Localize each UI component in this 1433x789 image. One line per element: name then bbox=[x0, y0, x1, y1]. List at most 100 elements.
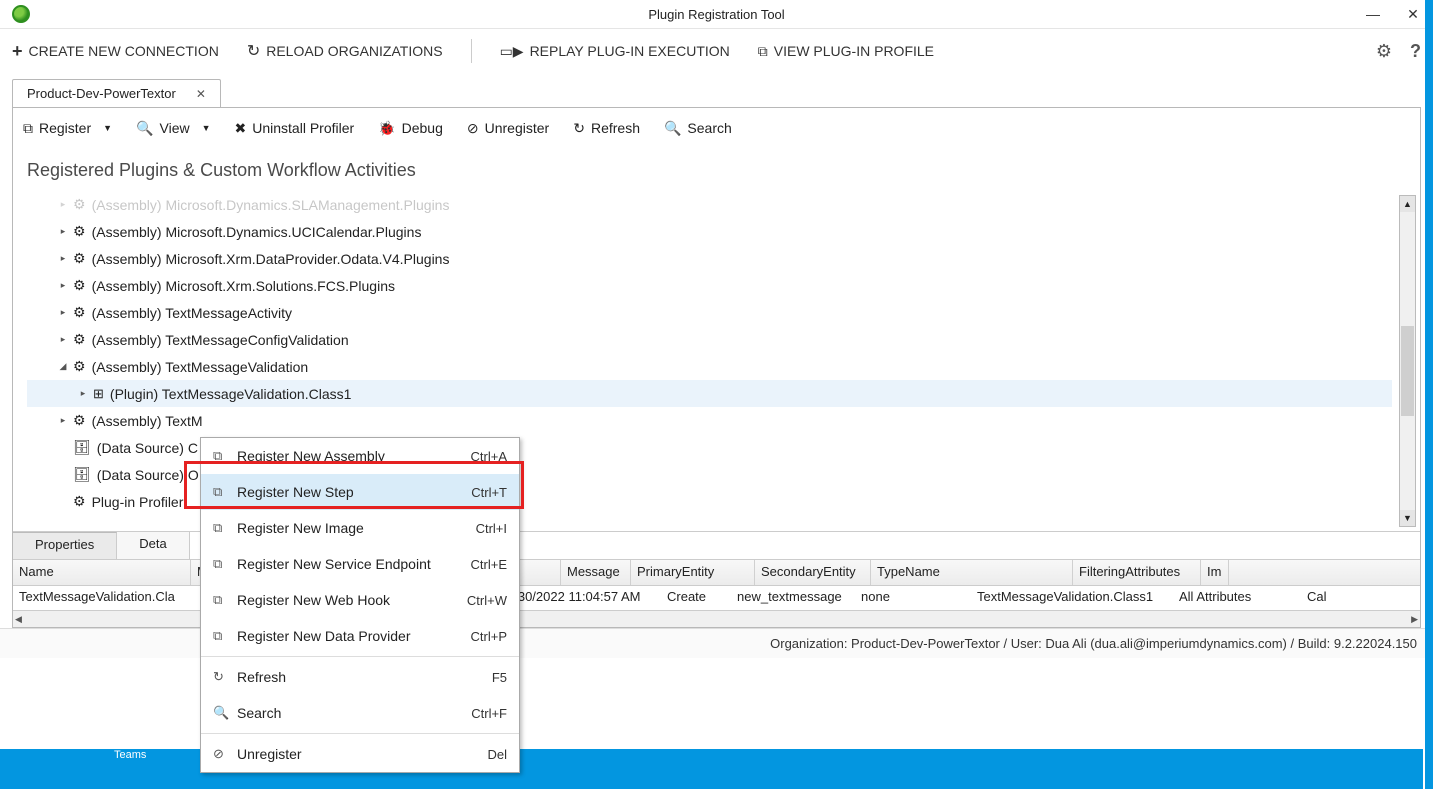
tree-item-assembly[interactable]: ◢⚙(Assembly) TextMessageValidation bbox=[27, 353, 1392, 380]
expander-icon[interactable]: ◢ bbox=[57, 361, 69, 372]
col-primary[interactable]: PrimaryEntity bbox=[631, 560, 755, 585]
menu-item-icon: ↻ bbox=[213, 669, 231, 685]
debug-icon: 🐞 bbox=[378, 120, 395, 137]
menu-item-shortcut: Ctrl+P bbox=[471, 629, 507, 644]
menu-item-register-new-web-hook[interactable]: ⧉Register New Web HookCtrl+W bbox=[201, 582, 519, 618]
uninstall-icon: ✖ bbox=[235, 120, 247, 137]
menu-item-register-new-assembly[interactable]: ⧉Register New AssemblyCtrl+A bbox=[201, 438, 519, 474]
help-icon[interactable]: ? bbox=[1410, 41, 1421, 62]
datasource-icon: 🗄 bbox=[73, 466, 91, 483]
tree-item-assembly[interactable]: ▸⚙(Assembly) TextMessageActivity bbox=[27, 299, 1392, 326]
tree-item-label: (Assembly) TextMessageValidation bbox=[92, 359, 309, 375]
taskbar-teams-label: Teams bbox=[114, 749, 146, 761]
tree-item-assembly[interactable]: ▸⚙(Assembly) TextM bbox=[27, 407, 1392, 434]
title-bar: Plugin Registration Tool — ✕ bbox=[0, 0, 1433, 29]
menu-item-shortcut: Ctrl+A bbox=[471, 449, 507, 464]
col-message[interactable]: Message bbox=[561, 560, 631, 585]
tab-properties[interactable]: Properties bbox=[13, 532, 117, 559]
scroll-down-icon[interactable]: ▼ bbox=[1400, 510, 1415, 526]
main-toolbar: + CREATE NEW CONNECTION ↻ RELOAD ORGANIZ… bbox=[0, 29, 1433, 73]
tab-close-icon[interactable]: ✕ bbox=[196, 87, 206, 101]
menu-item-label: Unregister bbox=[237, 746, 302, 762]
expander-icon[interactable]: ▸ bbox=[57, 415, 69, 426]
cell-primary: new_textmessage bbox=[731, 586, 855, 610]
debug-button[interactable]: 🐞 Debug bbox=[378, 120, 443, 137]
register-label: Register bbox=[39, 120, 91, 136]
menu-item-label: Search bbox=[237, 705, 281, 721]
expander-icon[interactable]: ▸ bbox=[57, 334, 69, 345]
refresh-button[interactable]: ↻ Refresh bbox=[573, 120, 640, 137]
tree-item-plugin[interactable]: ▸⊞(Plugin) TextMessageValidation.Class1 bbox=[27, 380, 1392, 407]
expander-icon[interactable]: ▸ bbox=[57, 280, 69, 291]
scroll-right-icon[interactable]: ▶ bbox=[1411, 614, 1418, 625]
refresh-icon: ↻ bbox=[573, 120, 585, 137]
menu-item-search[interactable]: 🔍SearchCtrl+F bbox=[201, 695, 519, 731]
menu-item-register-new-service-endpoint[interactable]: ⧉Register New Service EndpointCtrl+E bbox=[201, 546, 519, 582]
menu-item-unregister[interactable]: ⊘UnregisterDel bbox=[201, 736, 519, 772]
expander-icon[interactable]: ▸ bbox=[77, 388, 89, 399]
gear-icon: ⚙ bbox=[73, 412, 86, 429]
menu-separator bbox=[201, 733, 519, 734]
tree-item-assembly[interactable]: ▸⚙(Assembly) Microsoft.Dynamics.UCICalen… bbox=[27, 218, 1392, 245]
tree-item-label: (Data Source) O bbox=[97, 467, 199, 483]
menu-separator bbox=[201, 656, 519, 657]
scroll-thumb[interactable] bbox=[1401, 326, 1414, 416]
menu-item-icon: ⧉ bbox=[213, 556, 231, 572]
menu-item-label: Register New Service Endpoint bbox=[237, 556, 431, 572]
expander-icon[interactable]: ▸ bbox=[57, 307, 69, 318]
tree-item-label: (Data Source) C bbox=[97, 440, 198, 456]
menu-item-icon: ⧉ bbox=[213, 592, 231, 608]
expander-icon[interactable]: ▸ bbox=[57, 226, 69, 237]
col-filtering[interactable]: FilteringAttributes bbox=[1073, 560, 1201, 585]
search-button[interactable]: 🔍 Search bbox=[664, 120, 732, 137]
menu-item-refresh[interactable]: ↻RefreshF5 bbox=[201, 659, 519, 695]
tree-item-assembly[interactable]: ▸⚙(Assembly) Microsoft.Xrm.DataProvider.… bbox=[27, 245, 1392, 272]
scroll-left-icon[interactable]: ◀ bbox=[15, 614, 22, 625]
view-dropdown[interactable]: 🔍 View ▼ bbox=[136, 120, 210, 137]
refresh-label: Refresh bbox=[591, 120, 640, 136]
menu-item-register-new-data-provider[interactable]: ⧉Register New Data ProviderCtrl+P bbox=[201, 618, 519, 654]
toolbar-separator bbox=[471, 39, 472, 63]
tree-item-label: Plug-in Profiler bbox=[92, 494, 184, 510]
scroll-up-icon[interactable]: ▲ bbox=[1400, 196, 1415, 212]
uninstall-label: Uninstall Profiler bbox=[252, 120, 354, 136]
tree-item-label: (Assembly) Microsoft.Xrm.Solutions.FCS.P… bbox=[92, 278, 395, 294]
vertical-scrollbar[interactable]: ▲ ▼ bbox=[1399, 195, 1416, 527]
col-im[interactable]: Im bbox=[1201, 560, 1229, 585]
create-connection-button[interactable]: + CREATE NEW CONNECTION bbox=[12, 41, 219, 62]
menu-item-register-new-step[interactable]: ⧉Register New StepCtrl+T bbox=[201, 474, 519, 510]
gear-icon: ⚙ bbox=[73, 223, 86, 240]
expander-icon[interactable]: ▸ bbox=[57, 253, 69, 264]
view-profile-button[interactable]: ⧉ VIEW PLUG-IN PROFILE bbox=[758, 43, 934, 60]
profile-icon: ⧉ bbox=[758, 43, 768, 60]
menu-item-shortcut: Ctrl+F bbox=[471, 706, 507, 721]
menu-item-register-new-image[interactable]: ⧉Register New ImageCtrl+I bbox=[201, 510, 519, 546]
tree-item-label: (Plugin) TextMessageValidation.Class1 bbox=[110, 386, 352, 402]
tab-product-dev[interactable]: Product-Dev-PowerTextor ✕ bbox=[12, 79, 221, 107]
col-secondary[interactable]: SecondaryEntity bbox=[755, 560, 871, 585]
menu-item-shortcut: F5 bbox=[492, 670, 507, 685]
uninstall-profiler-button[interactable]: ✖ Uninstall Profiler bbox=[235, 120, 355, 137]
app-icon bbox=[12, 5, 30, 23]
tree-item-assembly[interactable]: ▸⚙(Assembly) Microsoft.Xrm.Solutions.FCS… bbox=[27, 272, 1392, 299]
context-menu: ⧉Register New AssemblyCtrl+A⧉Register Ne… bbox=[200, 437, 520, 773]
menu-item-label: Register New Image bbox=[237, 520, 364, 536]
menu-item-shortcut: Ctrl+I bbox=[476, 521, 507, 536]
minimize-button[interactable]: — bbox=[1353, 6, 1393, 23]
debug-label: Debug bbox=[402, 120, 443, 136]
menu-item-icon: ⧉ bbox=[213, 628, 231, 644]
unregister-button[interactable]: ⊘ Unregister bbox=[467, 120, 549, 137]
col-name[interactable]: Name bbox=[13, 560, 191, 585]
status-text: Organization: Product-Dev-PowerTextor / … bbox=[770, 636, 1417, 651]
replay-plugin-button[interactable]: ▭▶ REPLAY PLUG-IN EXECUTION bbox=[500, 43, 730, 60]
col-typename[interactable]: TypeName bbox=[871, 560, 1073, 585]
tab-details[interactable]: Deta bbox=[117, 532, 189, 559]
reload-organizations-button[interactable]: ↻ RELOAD ORGANIZATIONS bbox=[247, 41, 443, 61]
register-dropdown[interactable]: ⧉ Register ▼ bbox=[23, 120, 112, 137]
datasource-icon: 🗄 bbox=[73, 439, 91, 456]
settings-icon[interactable]: ⚙ bbox=[1376, 41, 1392, 62]
play-icon: ▭▶ bbox=[500, 43, 524, 60]
right-edge bbox=[1425, 0, 1433, 789]
view-icon: 🔍 bbox=[136, 120, 153, 137]
tree-item-assembly[interactable]: ▸⚙(Assembly) TextMessageConfigValidation bbox=[27, 326, 1392, 353]
